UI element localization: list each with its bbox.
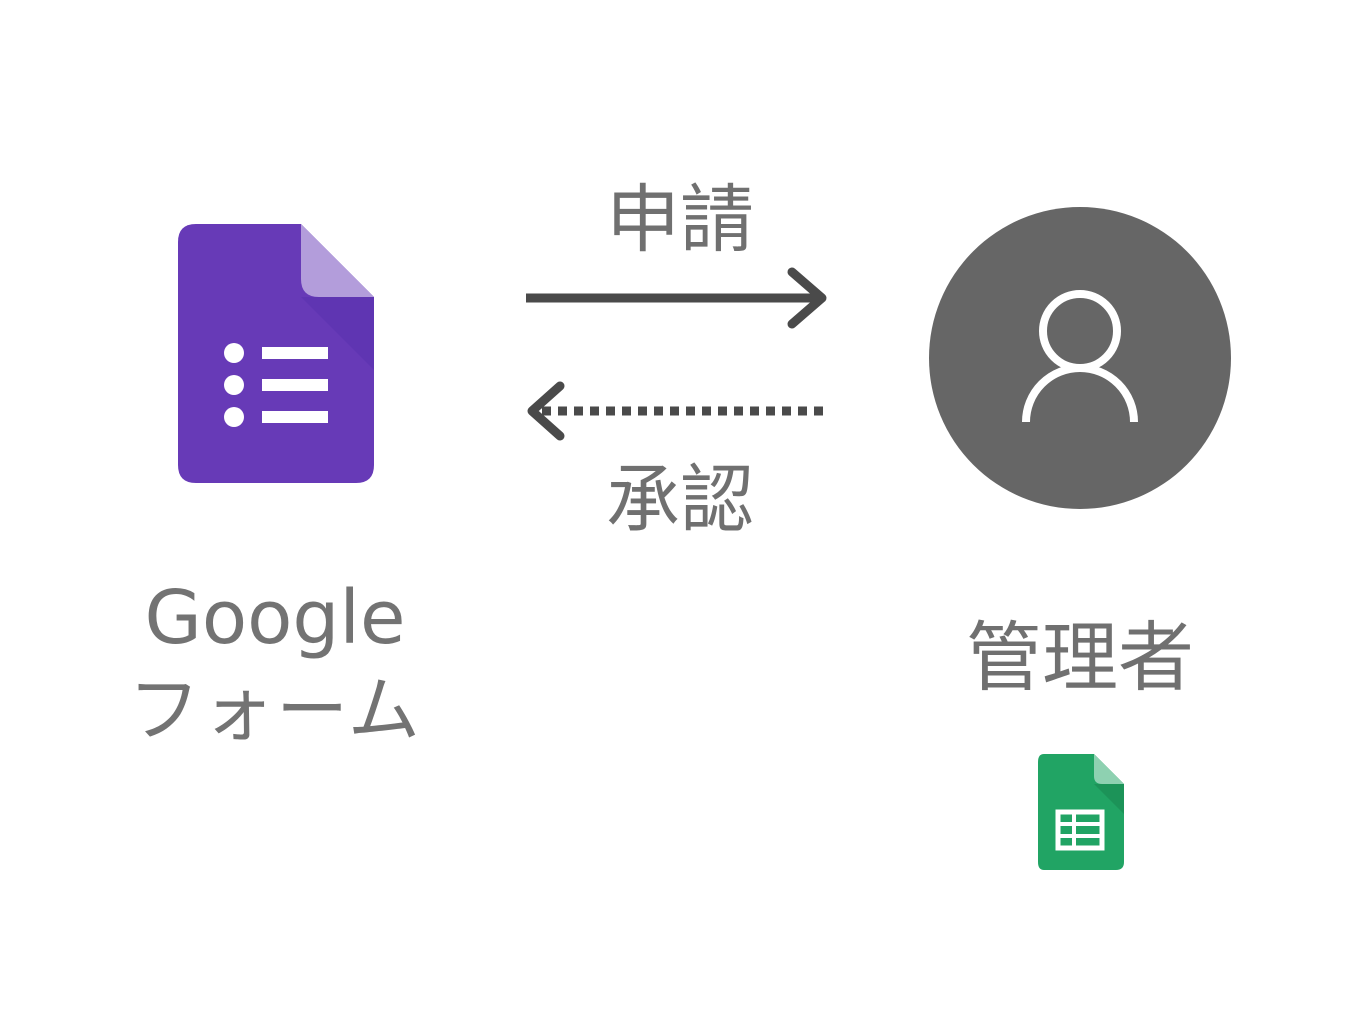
request-arrow (520, 262, 840, 334)
admin-label: 管理者 (966, 613, 1194, 702)
google-forms-label-line1: Google (144, 575, 406, 661)
request-label: 申請 (606, 177, 754, 263)
google-forms-label: Google フォーム (80, 572, 470, 756)
google-sheets-icon (1036, 752, 1126, 872)
user-avatar-icon (928, 206, 1232, 510)
approve-arrow (520, 378, 840, 450)
google-forms-label-line2: フォーム (128, 668, 422, 752)
approve-label: 承認 (606, 457, 754, 543)
google-forms-icon (176, 222, 376, 484)
